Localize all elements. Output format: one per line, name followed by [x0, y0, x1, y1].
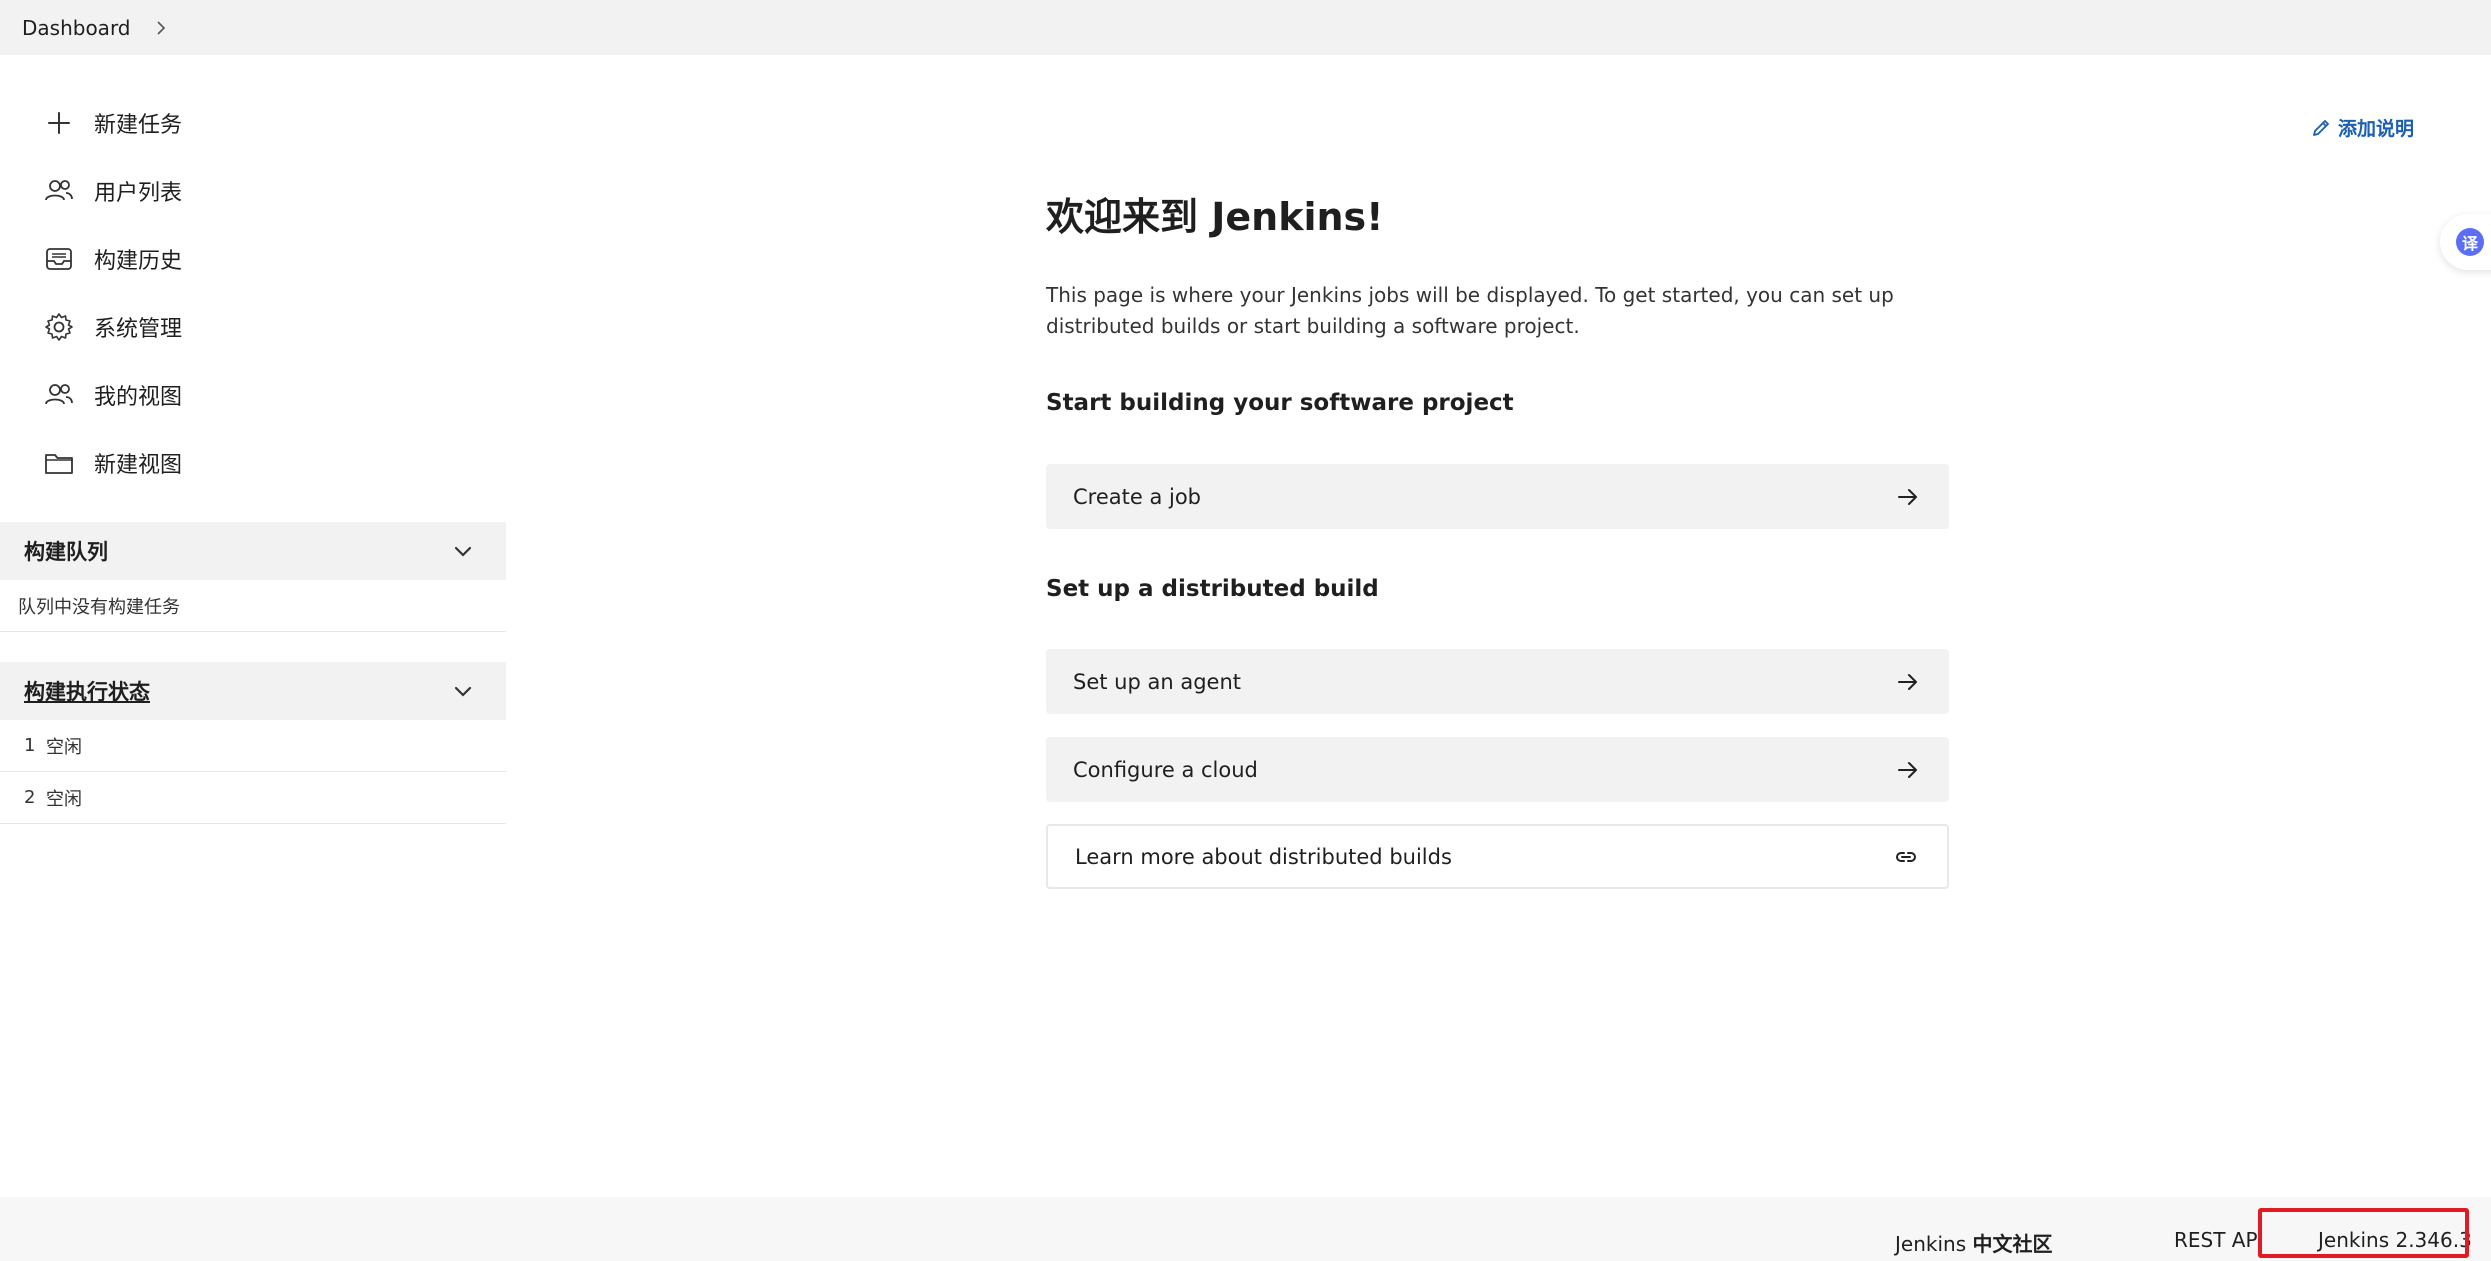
people-icon	[42, 174, 76, 208]
executor-number: 2	[24, 787, 36, 808]
sidebar-item-new-job[interactable]: 新建任务	[42, 100, 182, 146]
breadcrumb-dashboard[interactable]: Dashboard	[22, 16, 131, 40]
configure-cloud-button[interactable]: Configure a cloud	[1046, 737, 1949, 802]
sidebar-item-manage[interactable]: 系统管理	[42, 304, 182, 350]
learn-more-link[interactable]: Learn more about distributed builds	[1046, 824, 1949, 889]
chevron-down-icon[interactable]	[450, 678, 476, 704]
executor-status: 空闲	[46, 736, 82, 758]
executor-status: 空闲	[46, 788, 82, 810]
sidebar-item-label: 我的视图	[94, 385, 183, 410]
build-queue-empty-text: 队列中没有构建任务	[18, 596, 180, 618]
learn-more-label: Learn more about distributed builds	[1075, 844, 1452, 869]
sidebar-item-label: 用户列表	[94, 181, 183, 206]
setup-agent-label: Set up an agent	[1073, 669, 1241, 694]
sidebar-item-my-views[interactable]: 我的视图	[42, 372, 182, 418]
sidebar-item-new-view[interactable]: 新建视图	[42, 440, 182, 486]
footer-community-link[interactable]: Jenkins 中文社区	[1895, 1228, 2052, 1257]
start-building-heading: Start building your software project	[1046, 390, 1514, 416]
version-highlight-box	[2258, 1208, 2469, 1258]
arrow-right-icon	[1898, 673, 1917, 690]
link-icon	[1896, 851, 1916, 862]
page-title: 欢迎来到 Jenkins!	[1046, 195, 1384, 239]
executor-number: 1	[24, 735, 36, 756]
sidebar-item-label: 系统管理	[94, 317, 183, 342]
sidebar-item-label: 新建视图	[94, 453, 183, 478]
translate-widget[interactable]: 译	[2440, 214, 2491, 270]
intro-text: This page is where your Jenkins jobs wil…	[1046, 283, 1894, 338]
build-queue-header: 构建队列	[0, 522, 506, 580]
build-queue-title: 构建队列	[24, 540, 108, 564]
build-queue-empty: 队列中没有构建任务	[0, 580, 506, 632]
footer-community-prefix: Jenkins	[1895, 1232, 1967, 1256]
sidebar-item-people[interactable]: 用户列表	[42, 168, 182, 214]
pencil-icon	[2313, 119, 2329, 136]
folder-icon	[42, 446, 76, 480]
executor-row: 1 空闲	[0, 720, 506, 772]
people-icon	[42, 378, 76, 412]
plus-icon	[42, 106, 76, 140]
translate-icon: 译	[2456, 228, 2484, 256]
breadcrumb: Dashboard	[0, 0, 2491, 55]
executor-row: 2 空闲	[0, 772, 506, 824]
create-job-button[interactable]: Create a job	[1046, 464, 1949, 529]
arrow-right-icon	[1898, 488, 1917, 505]
distributed-build-heading: Set up a distributed build	[1046, 576, 1379, 602]
footer	[0, 1197, 2491, 1261]
executors-title-link[interactable]: 构建执行状态	[24, 676, 150, 706]
footer-rest-api-link[interactable]: REST API	[2174, 1228, 2263, 1252]
arrow-right-icon	[1898, 761, 1917, 778]
setup-agent-button[interactable]: Set up an agent	[1046, 649, 1949, 714]
sidebar-item-build-history[interactable]: 构建历史	[42, 236, 182, 282]
add-description-link[interactable]: 添加说明	[2310, 114, 2414, 141]
gear-icon	[42, 310, 76, 344]
executors-header: 构建执行状态	[0, 662, 506, 720]
sidebar-item-label: 构建历史	[94, 249, 183, 274]
add-description-label: 添加说明	[2338, 118, 2415, 140]
inbox-icon	[42, 242, 76, 276]
chevron-right-icon[interactable]	[153, 20, 169, 36]
create-job-label: Create a job	[1073, 484, 1202, 509]
sidebar-item-label: 新建任务	[94, 113, 183, 138]
configure-cloud-label: Configure a cloud	[1073, 757, 1258, 782]
chevron-down-icon[interactable]	[450, 538, 476, 564]
footer-community-suffix: 中文社区	[1972, 1232, 2053, 1256]
